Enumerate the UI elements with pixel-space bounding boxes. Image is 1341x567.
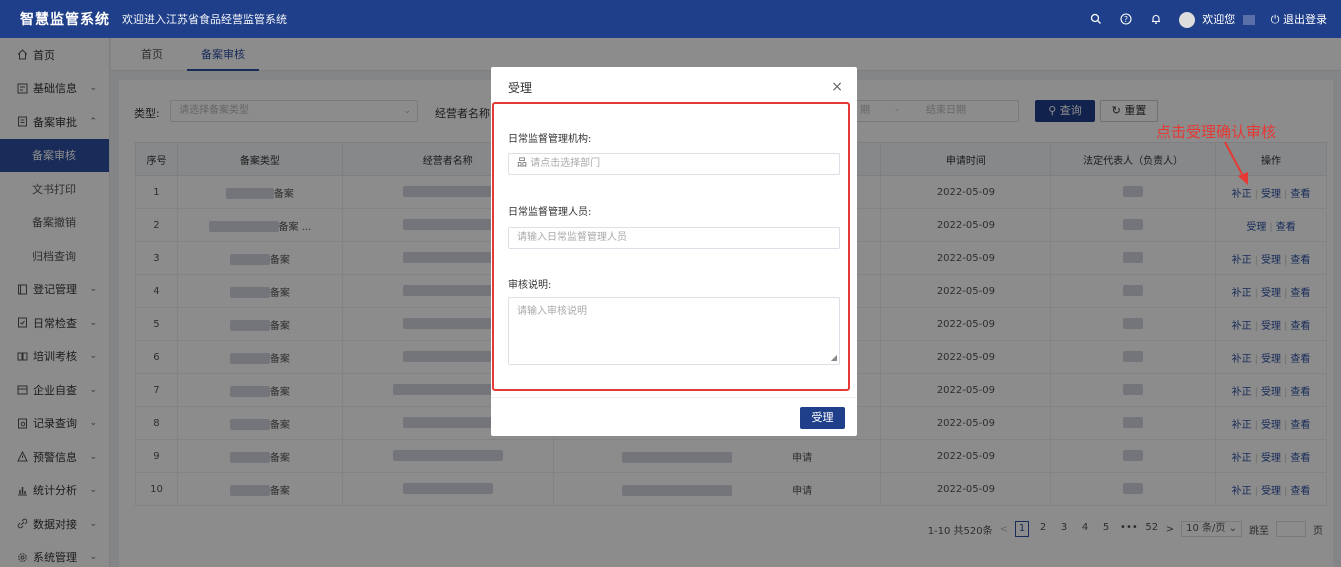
accept-dialog: 受理 × 日常监督管理机构: 品 请点击选择部门 日常监督管理人员: 请输入日常… — [491, 67, 857, 436]
help-icon[interactable]: ? — [1119, 12, 1133, 26]
dialog-title: 受理 — [508, 81, 533, 95]
remark-textarea[interactable]: 请输入审核说明 ◢ — [508, 297, 840, 365]
bell-icon[interactable] — [1149, 12, 1163, 26]
search-icon[interactable] — [1089, 12, 1103, 26]
dialog-divider — [491, 397, 857, 398]
top-actions: ? 欢迎您 ⏻ 退出登录 — [1089, 0, 1327, 38]
org-label: 日常监督管理机构: — [508, 134, 592, 145]
avatar — [1178, 11, 1195, 28]
welcome-text: 欢迎进入江苏省食品经营监管系统 — [122, 13, 287, 26]
org-tree-icon: 品 — [517, 158, 527, 169]
user-name-redacted — [1242, 14, 1255, 25]
annotation-arrow-icon — [1224, 141, 1248, 185]
power-icon: ⏻ — [1270, 13, 1280, 26]
user-greeting: 欢迎您 — [1202, 12, 1236, 26]
annotation-text: 点击受理确认审核 — [1156, 123, 1277, 141]
person-input[interactable]: 请输入日常监督管理人员 — [508, 227, 840, 249]
resize-grip-icon[interactable]: ◢ — [831, 353, 837, 362]
person-label: 日常监督管理人员: — [508, 207, 592, 218]
user-menu[interactable]: 欢迎您 — [1178, 11, 1255, 28]
app-logo: 智慧监管系统 — [20, 12, 110, 28]
logout-button[interactable]: ⏻ 退出登录 — [1271, 11, 1327, 27]
accept-submit-button[interactable]: 受理 — [800, 407, 845, 429]
logout-label: 退出登录 — [1283, 13, 1327, 26]
close-icon[interactable]: × — [831, 79, 843, 95]
svg-text:?: ? — [1124, 15, 1128, 24]
top-bar: 智慧监管系统 欢迎进入江苏省食品经营监管系统 ? 欢迎您 ⏻ 退出登录 — [0, 0, 1341, 38]
remark-label: 审核说明: — [508, 280, 552, 291]
org-select-input[interactable]: 品 请点击选择部门 — [508, 153, 840, 175]
